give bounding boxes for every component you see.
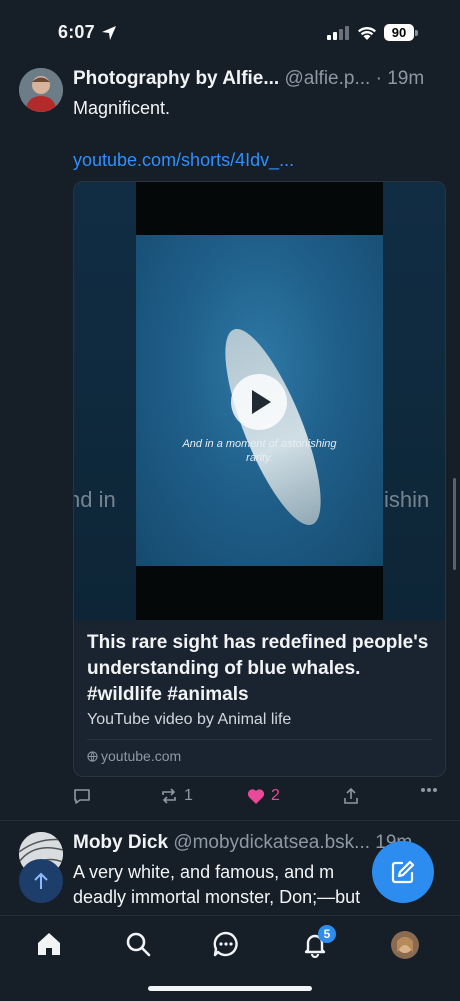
blur-caption-right: ishin xyxy=(384,487,430,512)
post-time[interactable]: · 19m xyxy=(376,68,425,89)
avatar[interactable] xyxy=(19,68,63,112)
video-thumbnail[interactable]: And in a moment of astonishing rarity. n… xyxy=(74,182,445,620)
post-actions: 1 2 xyxy=(73,787,444,807)
notifications-badge: 5 xyxy=(318,925,336,943)
post-header: Photography by Alfie... @alfie.p... · 19… xyxy=(73,68,424,90)
tab-chat[interactable] xyxy=(212,930,242,960)
handle[interactable]: @alfie.p... xyxy=(284,68,370,89)
more-button[interactable] xyxy=(420,787,438,793)
scroll-to-top-button[interactable] xyxy=(19,859,63,903)
search-icon xyxy=(126,932,151,957)
tab-search[interactable] xyxy=(124,930,154,960)
post-alfie[interactable]: Photography by Alfie... @alfie.p... · 19… xyxy=(0,0,460,820)
embed-domain-text: youtube.com xyxy=(101,748,182,764)
letterbox-top xyxy=(136,182,383,235)
video-caption-line2: rarity. xyxy=(246,452,273,464)
post-header: Moby Dick @mobydickatsea.bsk... 19m xyxy=(73,832,412,854)
heart-icon xyxy=(247,788,265,804)
profile-avatar-icon xyxy=(391,931,419,959)
reply-icon xyxy=(74,789,90,804)
handle[interactable]: @mobydickatsea.bsk... xyxy=(173,832,370,853)
repost-button[interactable]: 1 xyxy=(160,787,193,805)
embed-divider xyxy=(87,739,432,740)
share-button[interactable] xyxy=(342,787,360,805)
repost-count: 1 xyxy=(184,787,193,804)
chat-icon xyxy=(213,931,238,957)
home-indicator xyxy=(148,986,312,991)
thumbnail-blur-left xyxy=(74,182,136,620)
more-icon xyxy=(421,788,437,792)
tab-home[interactable] xyxy=(35,930,65,960)
reply-button[interactable] xyxy=(73,787,91,805)
scrollbar[interactable] xyxy=(453,478,456,570)
video-caption-line1: And in a moment of astonishing xyxy=(182,438,337,450)
arrow-up-icon xyxy=(34,872,48,889)
compose-button[interactable] xyxy=(372,841,434,903)
link-embed-card[interactable]: And in a moment of astonishing rarity. n… xyxy=(73,181,446,777)
share-icon xyxy=(344,787,358,804)
bottom-tab-bar: 5 xyxy=(0,915,460,1001)
repost-icon xyxy=(162,788,176,804)
post-text-line1: A very white, and famous, and m xyxy=(73,862,335,882)
thumbnail-blur-right xyxy=(383,182,445,620)
blur-caption-left: nd in xyxy=(74,487,116,512)
post-text: Magnificent. xyxy=(73,98,171,118)
avatar-photo-icon xyxy=(19,68,63,112)
embed-domain: youtube.com xyxy=(87,748,181,764)
post-link[interactable]: youtube.com/shorts/4Idv_... xyxy=(73,150,294,171)
home-icon xyxy=(38,933,60,955)
play-icon xyxy=(252,390,271,414)
compose-icon xyxy=(391,860,415,884)
like-count: 2 xyxy=(271,787,280,804)
like-button[interactable]: 2 xyxy=(247,787,280,805)
embed-description: YouTube video by Animal life xyxy=(87,711,292,728)
play-button[interactable] xyxy=(231,374,287,430)
video-caption: And in a moment of astonishing rarity. xyxy=(136,437,383,465)
globe-icon xyxy=(87,751,98,762)
post-text-line2: deadly immortal monster, Don;—but xyxy=(73,887,361,907)
embed-title: This rare sight has redefined people's u… xyxy=(87,632,429,705)
letterbox-bottom xyxy=(136,566,383,620)
tab-profile[interactable] xyxy=(391,931,419,959)
display-name[interactable]: Photography by Alfie... xyxy=(73,68,279,89)
display-name[interactable]: Moby Dick xyxy=(73,832,168,853)
post-text: A very white, and famous, and m deadly i… xyxy=(73,860,360,910)
